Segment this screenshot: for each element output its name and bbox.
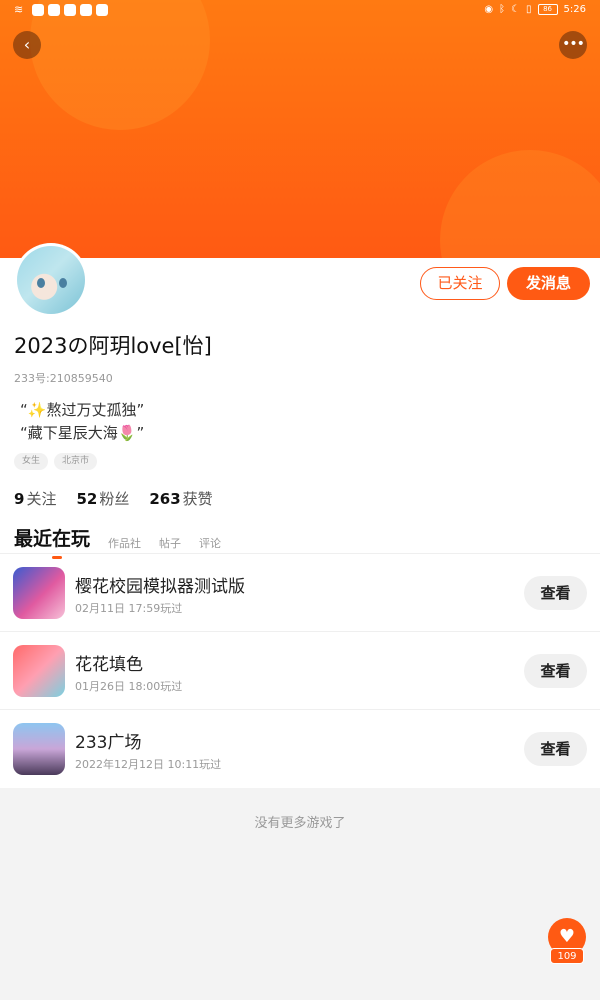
app-notification-icon <box>32 4 44 16</box>
user-bio: “✨熬过万丈孤独” “藏下星辰大海🌷” <box>20 399 144 445</box>
moon-icon: ☾ <box>511 4 521 15</box>
app-notification-icon <box>48 4 60 16</box>
user-stats: 9 关注 52 粉丝 263 获赞 <box>14 488 213 509</box>
avatar-eye <box>37 278 45 288</box>
stat-likes[interactable]: 263 获赞 <box>149 488 212 509</box>
app-notification-icon <box>96 4 108 16</box>
like-button[interactable]: ♥ 109 <box>548 918 586 968</box>
avatar-image <box>17 246 85 314</box>
profile-banner: ≋ ◉ ᛒ ☾ ▯ 86 5:26 ‹ ••• <box>0 0 600 258</box>
eye-icon: ◉ <box>484 4 494 15</box>
status-bar: ≋ ◉ ᛒ ☾ ▯ 86 5:26 <box>0 4 600 22</box>
game-icon-sakura-school <box>13 567 65 619</box>
more-dots-icon: ••• <box>562 36 585 52</box>
gender-tag: 女生 <box>14 453 49 470</box>
game-icon-233-plaza <box>13 723 65 775</box>
send-message-button[interactable]: 发消息 <box>507 267 590 300</box>
chevron-left-icon: ‹ <box>23 35 31 54</box>
avatar[interactable] <box>14 243 88 317</box>
app-notification-icon <box>64 4 76 16</box>
app-notification-icon <box>80 4 92 16</box>
bio-line: “✨熬过万丈孤独” <box>20 401 145 419</box>
game-name: 233广场 <box>75 733 142 753</box>
wifi-icon: ≋ <box>14 3 24 16</box>
game-last-played: 01月26日 18:00玩过 <box>75 680 183 693</box>
bluetooth-icon: ᛒ <box>499 4 506 15</box>
user-tags: 女生 北京市 <box>14 453 98 470</box>
no-more-games-text: 没有更多游戏了 <box>254 816 346 831</box>
like-count: 109 <box>550 948 584 964</box>
game-name: 樱花校园模拟器测试版 <box>75 577 245 597</box>
vibrate-icon: ▯ <box>526 4 532 15</box>
game-list-item[interactable]: 花花填色 01月26日 18:00玩过 查看 <box>0 632 600 710</box>
back-button[interactable]: ‹ <box>13 31 41 59</box>
stat-following[interactable]: 9 关注 <box>14 488 56 509</box>
game-icon-coloring <box>13 645 65 697</box>
clock: 5:26 <box>563 4 586 15</box>
view-game-button[interactable]: 查看 <box>524 654 587 688</box>
bio-line: “藏下星辰大海🌷” <box>20 424 145 442</box>
more-button[interactable]: ••• <box>559 31 587 59</box>
battery-icon: 86 <box>537 4 558 15</box>
user-id: 233号:210859540 <box>14 372 113 385</box>
view-game-button[interactable]: 查看 <box>524 576 587 610</box>
game-name: 花花填色 <box>75 655 143 675</box>
view-game-button[interactable]: 查看 <box>524 732 587 766</box>
user-nickname: 2023の阿玥love[怡] <box>14 334 212 358</box>
following-button[interactable]: 已关注 <box>420 267 500 300</box>
game-list-item[interactable]: 233广场 2022年12月12日 10:11玩过 查看 <box>0 710 600 788</box>
game-list-item[interactable]: 樱花校园模拟器测试版 02月11日 17:59玩过 查看 <box>0 554 600 632</box>
stat-fans[interactable]: 52 粉丝 <box>76 488 129 509</box>
game-last-played: 02月11日 17:59玩过 <box>75 602 183 615</box>
game-last-played: 2022年12月12日 10:11玩过 <box>75 758 222 771</box>
location-tag: 北京市 <box>54 453 98 470</box>
banner-decoration <box>440 150 600 258</box>
avatar-eye <box>59 278 67 288</box>
